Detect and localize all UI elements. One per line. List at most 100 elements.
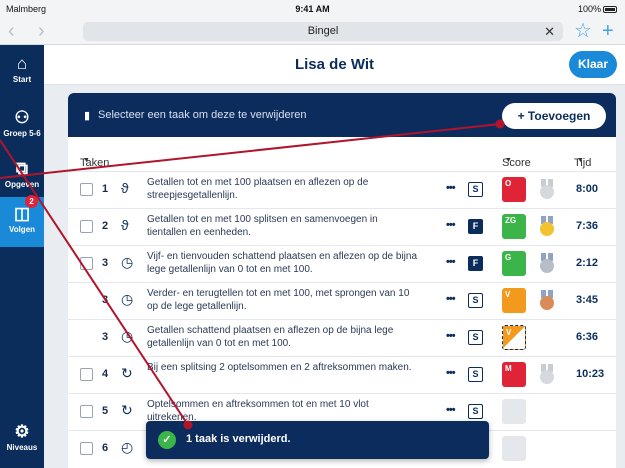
trash-icon: ▮	[84, 110, 91, 122]
address-bar[interactable]: Bingel ✕	[83, 22, 563, 41]
task-type-badge: S	[468, 330, 483, 345]
column-headers: Taken ▼ Score ▼ Tijd ▼	[68, 137, 616, 169]
table-row[interactable]: 2 ϑ Getallen tot en met 100 splitsen en …	[68, 208, 616, 244]
task-description: Getallen schattend plaatsen en aflezen o…	[147, 325, 394, 349]
more-options-icon[interactable]: •••	[446, 293, 456, 305]
row-checkbox[interactable]	[80, 183, 93, 196]
row-checkbox[interactable]	[80, 405, 93, 418]
selection-toolbar: ▮ Selecteer een taak om deze te verwijde…	[68, 93, 616, 137]
table-row[interactable]: 3 ◷ Verder- en terugtellen tot en met 10…	[68, 282, 616, 318]
more-options-icon[interactable]: •••	[446, 404, 456, 416]
thermometer-icon: ϑ	[121, 180, 129, 196]
notification-badge: 2	[25, 195, 38, 208]
battery-indicator: 100%	[578, 4, 617, 14]
new-tab-plus-icon[interactable]: +	[602, 20, 614, 42]
done-button[interactable]: Klaar	[569, 51, 617, 78]
back-icon[interactable]: ‹	[8, 21, 15, 41]
page-title-label: Bingel	[307, 25, 339, 37]
check-icon: ✓	[158, 431, 176, 449]
clock-icon: ◷	[121, 254, 134, 270]
gear-icon: ⚙	[14, 422, 30, 441]
browser-toolbar: ‹ › Bingel ✕ ☆ +	[0, 18, 625, 45]
sidebar: ⌂ Start ⚇ Groep 5-6 ⧉ Opgeven ◫ 2 Volgen…	[0, 45, 44, 468]
clock: 9:41 AM	[295, 4, 330, 14]
refresh-icon: ↻	[121, 365, 133, 381]
sidebar-item-opgeven[interactable]: ⧉ Opgeven	[0, 159, 44, 190]
score-badge: ZG	[502, 214, 526, 239]
bookmark-star-icon[interactable]: ☆	[574, 20, 592, 42]
more-options-icon[interactable]: •••	[446, 256, 456, 268]
task-time: 2:12	[576, 257, 599, 269]
task-panel: ▮ Selecteer een taak om deze te verwijde…	[68, 93, 616, 468]
refresh-icon: ↻	[121, 402, 133, 418]
task-description: Verder- en terugtellen tot en met 100, m…	[147, 288, 410, 312]
table-row[interactable]: 3 ◷ Getallen schattend plaatsen en aflez…	[68, 319, 616, 355]
clock-icon: ◷	[121, 328, 134, 344]
more-options-icon[interactable]: •••	[446, 219, 456, 231]
medal-icon	[537, 290, 557, 312]
forward-icon[interactable]: ›	[38, 21, 45, 41]
sidebar-item-label: Start	[12, 75, 32, 84]
task-type-badge: F	[468, 256, 483, 271]
task-time: 3:45	[576, 294, 599, 306]
task-time: 6:36	[576, 331, 599, 343]
task-description: Vijf- en tienvouden schattend plaatsen e…	[147, 251, 418, 275]
home-icon: ⌂	[16, 54, 28, 73]
medal-icon	[537, 216, 557, 238]
row-number: 6	[102, 442, 109, 454]
sidebar-item-volgen[interactable]: ◫ 2 Volgen	[0, 195, 44, 247]
medal-icon	[537, 179, 557, 201]
task-time: 7:36	[576, 220, 599, 232]
group-icon: ⚇	[14, 108, 30, 127]
sidebar-item-groep[interactable]: ⚇ Groep 5-6	[0, 108, 44, 139]
more-options-icon[interactable]: •••	[446, 330, 456, 342]
score-badge-empty	[502, 399, 526, 424]
clear-url-icon[interactable]: ✕	[544, 22, 555, 41]
task-description: Getallen tot en met 100 splitsen en same…	[147, 214, 378, 238]
stopwatch-icon: ◴	[121, 439, 134, 455]
battery-icon	[603, 6, 617, 13]
clock-icon: ◷	[121, 291, 134, 307]
add-task-button[interactable]: + Toevoegen	[502, 103, 606, 129]
row-number: 1	[102, 183, 109, 195]
medal-icon	[537, 253, 557, 275]
more-options-icon[interactable]: •••	[446, 367, 456, 379]
page-header: Lisa de Wit Klaar	[44, 45, 625, 85]
toast-notification: ✓ 1 taak is verwijderd.	[146, 421, 489, 459]
table-row[interactable]: 4 ↻ Bij een splitsing 2 optelsommen en 2…	[68, 356, 616, 392]
sidebar-item-niveaus[interactable]: ⚙ Niveaus	[0, 422, 44, 453]
assign-icon: ⧉	[15, 159, 29, 178]
row-checkbox[interactable]	[80, 442, 93, 455]
sort-caret-icon: ▼	[83, 157, 90, 164]
delete-hint: Selecteer een taak om deze te verwijdere…	[98, 109, 307, 121]
table-row[interactable]: 1 ϑ Getallen tot en met 100 plaatsen en …	[68, 171, 616, 207]
row-checkbox[interactable]	[80, 257, 93, 270]
sidebar-item-label: Groep 5-6	[3, 129, 41, 138]
table-row[interactable]: 3 ◷ Vijf- en tienvouden schattend plaats…	[68, 245, 616, 281]
score-badge-empty	[502, 436, 526, 461]
row-number: 4	[102, 368, 109, 380]
task-type-badge: S	[468, 404, 483, 419]
sort-caret-icon: ▼	[505, 157, 512, 164]
task-description: Getallen tot en met 100 plaatsen en afle…	[147, 177, 369, 201]
row-checkbox[interactable]	[80, 220, 93, 233]
task-type-badge: F	[468, 219, 483, 234]
battery-percent: 100%	[577, 4, 601, 14]
sidebar-item-label: Opgeven	[4, 180, 40, 189]
task-type-badge: S	[468, 182, 483, 197]
sidebar-item-start[interactable]: ⌂ Start	[0, 54, 44, 85]
task-description: Bij een splitsing 2 optelsommen en 2 aft…	[147, 362, 412, 373]
medal-icon	[537, 364, 557, 386]
task-time: 8:00	[576, 183, 599, 195]
row-checkbox[interactable]	[80, 368, 93, 381]
more-options-icon[interactable]: •••	[446, 182, 456, 194]
row-number: 3	[102, 331, 109, 343]
score-badge: V	[502, 288, 526, 313]
row-number: 5	[102, 405, 109, 417]
task-type-badge: S	[468, 367, 483, 382]
score-badge: M	[502, 362, 526, 387]
task-time: 10:23	[576, 368, 605, 380]
toast-message: 1 taak is verwijderd.	[186, 433, 291, 445]
thermometer-icon: ϑ	[121, 217, 129, 233]
row-number: 3	[102, 257, 109, 269]
